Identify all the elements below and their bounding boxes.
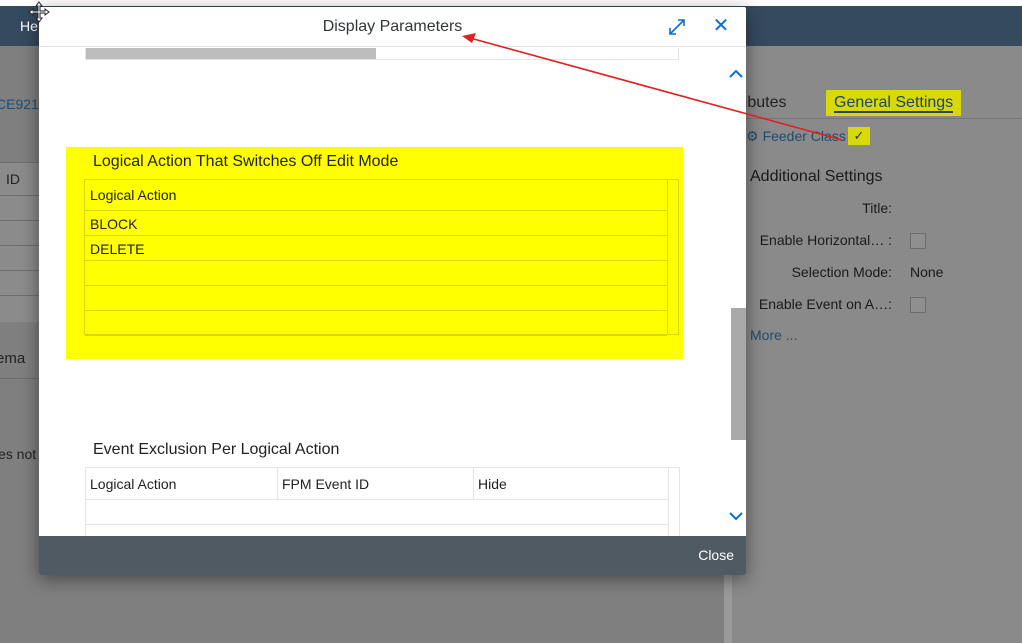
- column-header-hide[interactable]: Hide: [474, 468, 668, 500]
- table-row[interactable]: [85, 261, 667, 286]
- tab-general-settings-label: General Settings: [834, 94, 954, 111]
- dialog-footer: Close: [39, 536, 746, 575]
- dialog-header[interactable]: Display Parameters ✕: [39, 7, 746, 47]
- logical-action-column-header[interactable]: Logical Action: [85, 180, 667, 211]
- tab-bar-divider: [732, 118, 1022, 119]
- chevron-up-icon[interactable]: [729, 66, 743, 82]
- left-table-row: [0, 245, 40, 246]
- column-header-logical-action[interactable]: Logical Action: [86, 468, 278, 500]
- field-label: Enable Event on A…:: [758, 296, 892, 312]
- gear-icon: ⚙: [746, 128, 759, 144]
- move-cursor-icon: [28, 1, 50, 23]
- left-table-row: [0, 295, 40, 296]
- enable-event-checkbox[interactable]: [910, 297, 926, 313]
- form-row-enable-event: Enable Event on A…:: [732, 294, 1022, 316]
- event-exclusion-title: Event Exclusion Per Logical Action: [93, 441, 340, 458]
- logical-action-section: Logical Action That Switches Off Edit Mo…: [66, 147, 683, 359]
- field-label: Selection Mode:: [791, 264, 892, 280]
- left-status-text: es not: [0, 446, 37, 462]
- left-table-row: [0, 270, 40, 271]
- table-scroll-divider: [668, 468, 669, 536]
- table-row[interactable]: [86, 500, 668, 525]
- logical-action-table: Logical Action BLOCK DELETE: [84, 179, 679, 336]
- expand-icon[interactable]: [667, 17, 687, 37]
- checkmark-icon: ✓: [848, 127, 870, 145]
- left-table-row: [0, 195, 40, 196]
- table-row[interactable]: DELETE: [85, 236, 667, 261]
- column-header-fpm-event-id[interactable]: FPM Event ID: [278, 468, 474, 500]
- form-row-title: Title:: [732, 198, 1022, 220]
- left-table-id-header: ID: [6, 171, 20, 187]
- close-icon[interactable]: ✕: [711, 16, 731, 36]
- field-label: Title:: [862, 200, 892, 216]
- table-row[interactable]: [85, 311, 667, 336]
- feeder-class-link[interactable]: ⚙ Feeder Class: [746, 128, 846, 145]
- field-label: Enable Horizontal… :: [759, 232, 892, 248]
- close-button[interactable]: Close: [698, 547, 734, 563]
- event-exclusion-table: Logical Action FPM Event ID Hide: [85, 467, 680, 536]
- display-parameters-dialog: Display Parameters ✕ Logical Action That…: [39, 7, 746, 575]
- form-row-enable-horizontal: Enable Horizontal… :: [732, 230, 1022, 252]
- table-scroll-divider: [667, 180, 668, 335]
- feeder-class-label: Feeder Class: [762, 128, 846, 144]
- tab-underline: [834, 111, 954, 113]
- table-header-row: Logical Action FPM Event ID Hide: [86, 468, 668, 500]
- table-row[interactable]: [85, 286, 667, 311]
- chevron-down-icon[interactable]: [729, 508, 743, 524]
- left-section-title: ema: [0, 350, 26, 367]
- left-toolbar: [0, 378, 40, 408]
- horizontal-scrollbar[interactable]: [86, 48, 376, 59]
- vertical-scrollbar[interactable]: [731, 308, 746, 440]
- table-row[interactable]: [86, 525, 668, 536]
- previous-table-remnant: [85, 48, 679, 60]
- enable-horizontal-checkbox[interactable]: [910, 233, 926, 249]
- additional-settings-title: Additional Settings: [750, 168, 883, 185]
- background-right-panel: tributes General Settings ⚙ Feeder Class …: [732, 46, 1022, 643]
- dialog-content: Logical Action That Switches Off Edit Mo…: [39, 48, 746, 536]
- selection-mode-value: None: [910, 264, 944, 280]
- dialog-title: Display Parameters: [322, 18, 463, 35]
- left-table: ID: [0, 162, 40, 322]
- table-row[interactable]: BLOCK: [85, 211, 667, 236]
- left-table-row: [0, 220, 40, 221]
- form-row-selection-mode: Selection Mode: None: [732, 262, 1022, 284]
- more-link[interactable]: More ...: [750, 327, 797, 343]
- tab-general-settings[interactable]: General Settings: [826, 90, 962, 116]
- logical-action-section-title: Logical Action That Switches Off Edit Mo…: [93, 153, 399, 170]
